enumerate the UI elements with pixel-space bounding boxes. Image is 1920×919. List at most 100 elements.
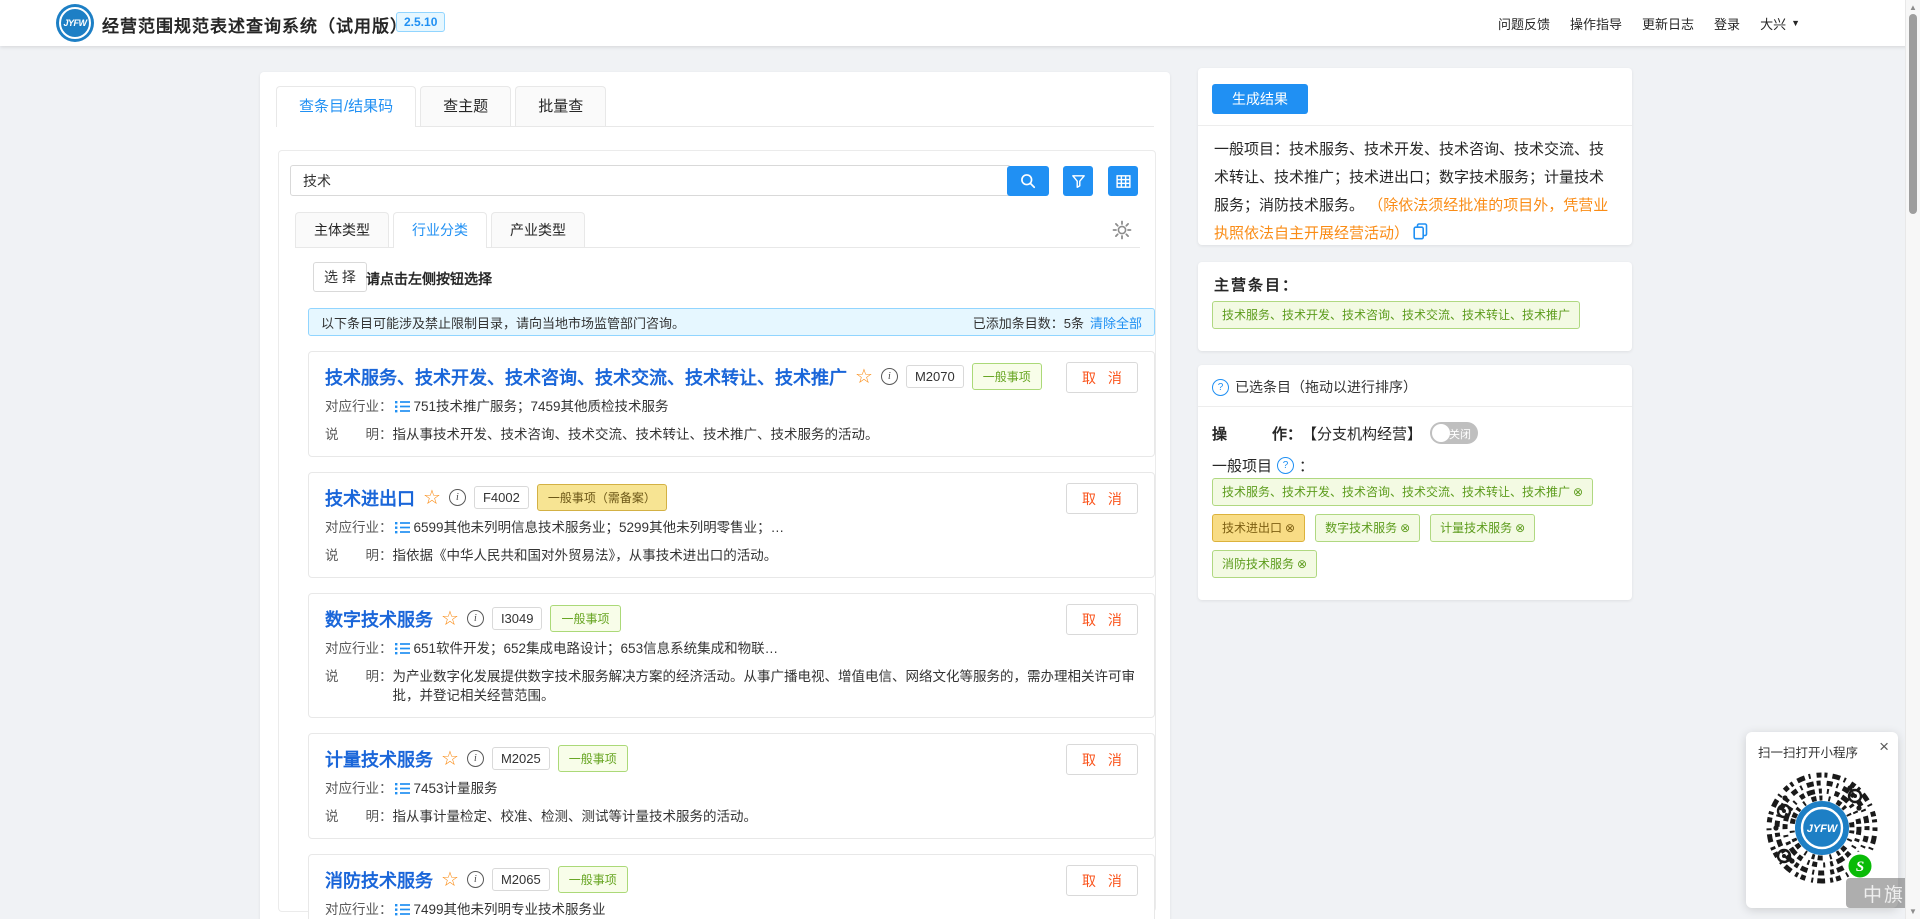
remove-icon[interactable]: ⊗ bbox=[1515, 521, 1525, 535]
star-icon[interactable]: ☆ bbox=[441, 749, 459, 769]
tab-batch-query[interactable]: 批量查 bbox=[515, 86, 606, 126]
help-icon[interactable]: ? bbox=[1277, 457, 1294, 474]
info-icon[interactable]: i bbox=[467, 871, 484, 888]
version-badge: 2.5.10 bbox=[396, 12, 445, 32]
entry-tag: 一般事项（需备案） bbox=[537, 484, 667, 511]
star-icon[interactable]: ☆ bbox=[855, 367, 873, 387]
list-icon bbox=[395, 641, 410, 660]
scroll-down-icon[interactable]: ▼ bbox=[1906, 907, 1920, 916]
remove-icon[interactable]: ⊗ bbox=[1297, 557, 1307, 571]
entry-desc: 为产业数字化发展提供数字技术服务解决方案的经济活动。从事广播电视、增值电信、网络… bbox=[393, 667, 1139, 705]
divider bbox=[1198, 125, 1632, 126]
industry-label: 对应行业： bbox=[325, 779, 393, 798]
selected-chip[interactable]: 技术服务、技术开发、技术咨询、技术交流、技术转让、技术推广⊗ bbox=[1212, 478, 1593, 506]
header-link[interactable]: 更新日志 bbox=[1642, 14, 1694, 33]
grid-view-button[interactable] bbox=[1108, 166, 1138, 196]
entry-industry: 7453计量服务 bbox=[414, 779, 498, 798]
clear-all-link[interactable]: 清除全部 bbox=[1090, 313, 1142, 332]
star-icon[interactable]: ☆ bbox=[423, 488, 441, 508]
selected-entries-card: ? 已选条目（拖动以进行排序） 操 作： 【分支机构经营】 关闭 一般项目 ? … bbox=[1198, 365, 1632, 600]
page-scrollbar[interactable]: ▲ ▼ bbox=[1905, 0, 1920, 919]
list-icon bbox=[395, 781, 410, 800]
result-entry: 技术进出口 ☆ i F4002 一般事项（需备案） 取 消 对应行业： 6599… bbox=[308, 472, 1155, 578]
page: JYFW 经营范围规范表述查询系统（试用版） 2.5.10 问题反馈 操作指导 更新… bbox=[0, 0, 1920, 919]
filter-button[interactable] bbox=[1063, 166, 1093, 196]
selected-entries-title: 已选条目（拖动以进行排序） bbox=[1235, 377, 1417, 397]
selected-chip[interactable]: 数字技术服务⊗ bbox=[1315, 514, 1420, 542]
help-icon[interactable]: ? bbox=[1212, 379, 1229, 396]
filter-tabs: 主体类型行业分类产业类型 bbox=[295, 213, 1140, 248]
cancel-button[interactable]: 取 消 bbox=[1066, 604, 1138, 635]
desc-label: 说 明： bbox=[325, 425, 393, 444]
miniprogram-popup-title: 扫一扫打开小程序 bbox=[1758, 742, 1858, 761]
star-icon[interactable]: ☆ bbox=[441, 609, 459, 629]
scrollbar-thumb[interactable] bbox=[1909, 14, 1917, 214]
cancel-button[interactable]: 取 消 bbox=[1066, 362, 1138, 393]
entry-title[interactable]: 数字技术服务 bbox=[325, 606, 433, 632]
star-icon[interactable]: ☆ bbox=[441, 870, 459, 890]
selected-chip[interactable]: 消防技术服务⊗ bbox=[1212, 550, 1317, 578]
select-button[interactable]: 选 择 bbox=[313, 262, 367, 292]
entry-title[interactable]: 技术服务、技术开发、技术咨询、技术交流、技术转让、技术推广 bbox=[325, 364, 847, 390]
desc-label: 说 明： bbox=[325, 546, 393, 565]
header-link[interactable]: 操作指导 bbox=[1570, 14, 1622, 33]
app-title: 经营范围规范表述查询系统（试用版） bbox=[102, 12, 408, 37]
result-entry: 计量技术服务 ☆ i M2025 一般事项 取 消 对应行业： 7453计量服务… bbox=[308, 733, 1155, 839]
tab-query-entry[interactable]: 查条目/结果码 bbox=[276, 86, 416, 126]
selected-chips: 技术服务、技术开发、技术咨询、技术交流、技术转让、技术推广⊗ 技术进出口⊗ 数字… bbox=[1212, 478, 1616, 578]
entry-industry: 6599其他未列明信息技术服务业；5299其他未列明零售业；… bbox=[414, 518, 785, 537]
copy-icon[interactable] bbox=[1413, 222, 1428, 250]
entry-title[interactable]: 消防技术服务 bbox=[325, 867, 433, 893]
header-links: 问题反馈 操作指导 更新日志 登录 大兴 ▼ bbox=[1498, 0, 1800, 46]
cancel-button[interactable]: 取 消 bbox=[1066, 744, 1138, 775]
header-link[interactable]: 问题反馈 bbox=[1498, 14, 1550, 33]
header-link[interactable]: 登录 bbox=[1714, 14, 1740, 33]
cancel-button[interactable]: 取 消 bbox=[1066, 483, 1138, 514]
remove-icon[interactable]: ⊗ bbox=[1285, 521, 1295, 535]
main-entry-chip[interactable]: 技术服务、技术开发、技术咨询、技术交流、技术转让、技术推广 bbox=[1212, 301, 1580, 329]
user-menu[interactable]: 大兴 ▼ bbox=[1760, 14, 1800, 33]
info-icon[interactable]: i bbox=[467, 750, 484, 767]
info-icon[interactable]: i bbox=[881, 368, 898, 385]
branch-toggle[interactable]: 关闭 bbox=[1430, 422, 1478, 444]
desc-label: 说 明： bbox=[325, 667, 393, 686]
generate-result-button[interactable]: 生成结果 bbox=[1212, 84, 1308, 114]
remove-icon[interactable]: ⊗ bbox=[1573, 485, 1583, 499]
filter-tab-0[interactable]: 主体类型 bbox=[295, 212, 389, 247]
result-list: 技术服务、技术开发、技术咨询、技术交流、技术转让、技术推广 ☆ i M2070 … bbox=[308, 351, 1155, 919]
table-grid-icon bbox=[1115, 173, 1132, 190]
tab-query-theme[interactable]: 查主题 bbox=[420, 86, 511, 126]
filter-tab-1[interactable]: 行业分类 bbox=[393, 212, 487, 247]
result-entry: 消防技术服务 ☆ i M2065 一般事项 取 消 对应行业： 7499其他未列… bbox=[308, 854, 1155, 919]
main-tabs: 查条目/结果码查主题批量查 bbox=[276, 86, 1154, 127]
result-text: 一般项目：技术服务、技术开发、技术咨询、技术交流、技术转让、技术推广；技术进出口… bbox=[1214, 136, 1616, 250]
main-entry-card: 主营条目： 技术服务、技术开发、技术咨询、技术交流、技术转让、技术推广 bbox=[1198, 262, 1632, 351]
entry-code: M2065 bbox=[492, 868, 550, 891]
selected-entries-header: ? 已选条目（拖动以进行排序） bbox=[1212, 377, 1417, 397]
group-colon: ： bbox=[1299, 455, 1314, 476]
industry-label: 对应行业： bbox=[325, 639, 393, 658]
scroll-up-icon[interactable]: ▲ bbox=[1906, 3, 1920, 12]
entry-code: F4002 bbox=[474, 486, 529, 509]
search-button[interactable] bbox=[1007, 166, 1049, 196]
svg-text:JYFW: JYFW bbox=[1807, 823, 1839, 835]
cancel-button[interactable]: 取 消 bbox=[1066, 865, 1138, 896]
funnel-icon bbox=[1070, 173, 1087, 190]
settings-gear-icon[interactable] bbox=[1112, 220, 1132, 245]
main-entry-title: 主营条目： bbox=[1214, 274, 1299, 295]
result-entry: 技术服务、技术开发、技术咨询、技术交流、技术转让、技术推广 ☆ i M2070 … bbox=[308, 351, 1155, 457]
info-icon[interactable]: i bbox=[467, 610, 484, 627]
filter-tab-2[interactable]: 产业类型 bbox=[491, 212, 585, 247]
generate-result-card: 生成结果 一般项目：技术服务、技术开发、技术咨询、技术交流、技术转让、技术推广；… bbox=[1198, 68, 1632, 245]
search-input[interactable] bbox=[290, 165, 1011, 196]
close-icon[interactable]: × bbox=[1879, 737, 1889, 757]
group-row: 一般项目 ? ： bbox=[1212, 455, 1314, 476]
selected-chip[interactable]: 技术进出口⊗ bbox=[1212, 514, 1305, 542]
industry-label: 对应行业： bbox=[325, 900, 393, 919]
entry-title[interactable]: 计量技术服务 bbox=[325, 746, 433, 772]
info-icon[interactable]: i bbox=[449, 489, 466, 506]
remove-icon[interactable]: ⊗ bbox=[1400, 521, 1410, 535]
entry-title[interactable]: 技术进出口 bbox=[325, 485, 415, 511]
entry-code: M2025 bbox=[492, 747, 550, 770]
selected-chip[interactable]: 计量技术服务⊗ bbox=[1430, 514, 1535, 542]
